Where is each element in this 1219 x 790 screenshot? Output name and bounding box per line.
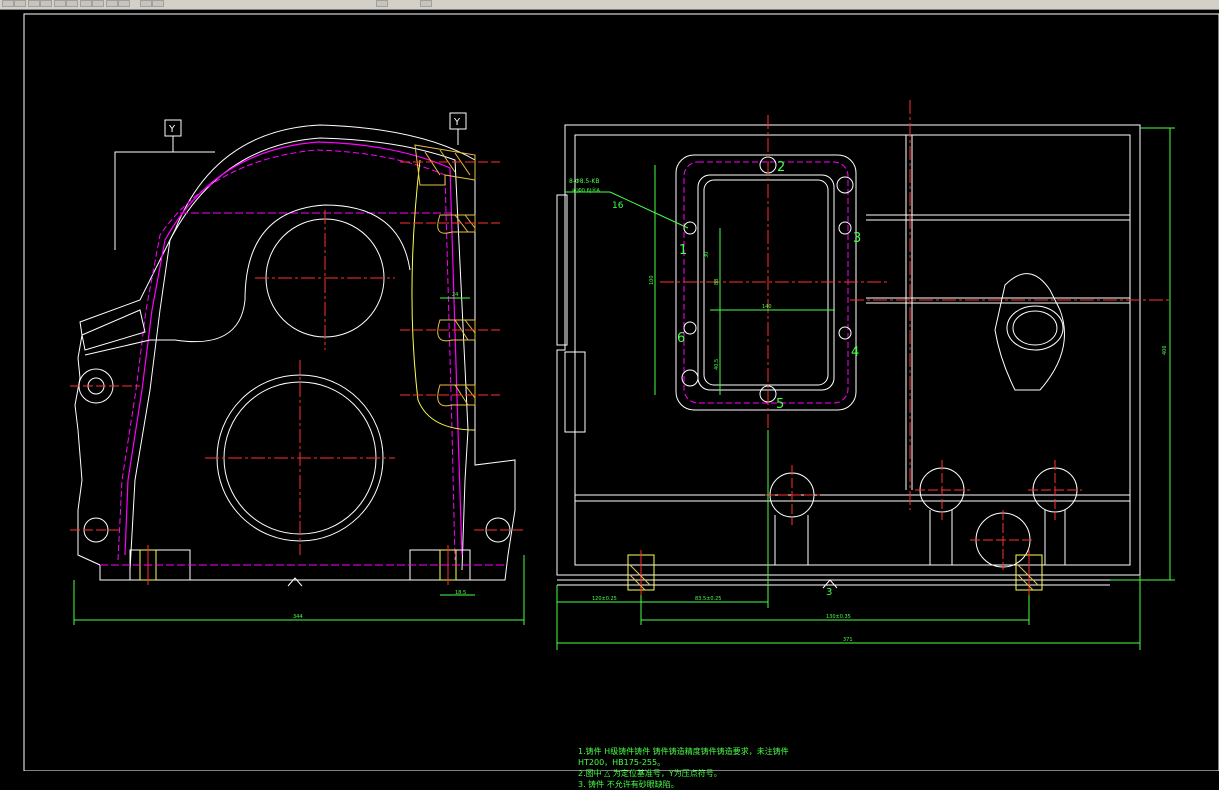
dim-cover-v3: 88 [714, 279, 720, 285]
callout-16: 16 [612, 201, 624, 211]
dim-cover-v2: 30 [704, 252, 710, 258]
right-view [556, 100, 1175, 650]
drawing-canvas[interactable]: Y Y 24 18.5 344 8-Φ8.5-KB ⊕|Φ0.6|ⓂA 16 4… [0, 10, 1219, 789]
copy-icon[interactable] [80, 0, 92, 7]
paste-icon[interactable] [92, 0, 104, 7]
note-line-1: 1.铸件 H级铸件铸件 铸件铸造精度铸件铸造要求，未注铸件 [578, 747, 789, 756]
section-mark: 3 [826, 587, 832, 598]
technical-notes: 1.铸件 H级铸件铸件 铸件铸造精度铸件铸造要求，未注铸件 HT200，HB17… [578, 746, 1178, 790]
dim-cover-v1: 100 [649, 275, 655, 285]
hole-label-1: 1 [679, 243, 687, 258]
hole-label-3: 3 [853, 231, 861, 246]
hole-label-4: 4 [851, 345, 859, 360]
cad-drawing: Y Y 24 18.5 344 8-Φ8.5-KB ⊕|Φ0.6|ⓂA 16 4… [23, 13, 1219, 771]
save-icon[interactable] [28, 0, 40, 7]
dim-b1: 120±0.25 [592, 596, 617, 602]
dim-b2: 83.5±0.25 [695, 596, 721, 602]
hole-label-2: 2 [777, 160, 785, 175]
print-icon[interactable] [40, 0, 52, 7]
dim-left-total: 344 [293, 614, 303, 620]
left-view [70, 112, 525, 625]
dim-foot: 18.5 [455, 590, 466, 596]
note-line-3: 2.图中 △ 为定位基准号，Y为压点符号。 [578, 769, 722, 778]
dim-b3: 130±0.35 [826, 614, 851, 620]
redo-icon[interactable] [118, 0, 130, 7]
datum-y-right: Y [453, 117, 461, 128]
hole-tolerance: ⊕|Φ0.6|ⓂA [572, 187, 600, 194]
cut-icon[interactable] [66, 0, 78, 7]
note-line-2: HT200，HB175-255。 [578, 758, 666, 767]
dim-cover-v4: 40.5 [714, 359, 720, 370]
open-icon[interactable] [14, 0, 26, 7]
drawing-frame [23, 13, 1219, 771]
properties-icon[interactable] [376, 0, 388, 7]
help-icon[interactable] [420, 0, 432, 7]
dim-cover-h: 140 [762, 304, 772, 310]
undo-icon[interactable] [106, 0, 118, 7]
hole-label-5: 5 [776, 397, 784, 412]
note-line-4: 3. 铸件 不允许有砂眼缺陷。 [578, 780, 679, 789]
dim-right-height: 406 [1162, 345, 1168, 355]
pan-icon[interactable] [140, 0, 152, 7]
preview-icon[interactable] [54, 0, 66, 7]
dim-rib: 24 [452, 292, 458, 298]
hole-callout: 8-Φ8.5-KB [569, 178, 599, 185]
toolbar [0, 0, 1219, 10]
hole-label-6: 6 [677, 331, 685, 346]
datum-y-left: Y [168, 124, 176, 135]
new-icon[interactable] [2, 0, 14, 7]
dim-right-total: 371 [843, 637, 853, 643]
zoom-icon[interactable] [152, 0, 164, 7]
